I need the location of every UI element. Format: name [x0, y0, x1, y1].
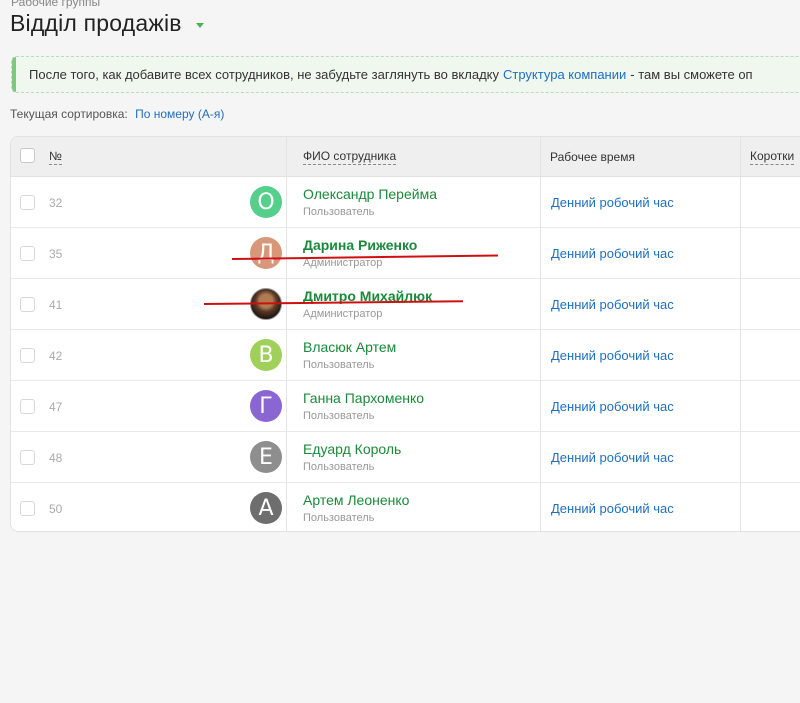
- table-row[interactable]: 32 О Олександр Перейма Пользователь Денний р…: [11, 177, 800, 228]
- sort-label: Текущая сортировка:: [10, 107, 128, 121]
- employee-role: Пользователь: [303, 410, 375, 422]
- row-number: 42: [49, 348, 63, 363]
- row-checkbox[interactable]: [20, 399, 35, 414]
- table-row[interactable]: 42 В Власюк Артем Пользователь Денний робочи…: [11, 330, 800, 381]
- company-structure-link[interactable]: Структура компании: [503, 67, 626, 82]
- working-hours-link[interactable]: Денний робочий час: [551, 177, 674, 228]
- notice-banner: После того, как добавите всех сотруднико…: [11, 56, 800, 93]
- notice-text-after: - там вы сможете оп: [630, 67, 753, 82]
- employees-table: № ФИО сотрудника Рабочее время Коротки 3…: [10, 136, 800, 532]
- employee-role: Пользователь: [303, 206, 375, 218]
- page-title: Відділ продажів: [10, 10, 182, 36]
- row-checkbox[interactable]: [20, 195, 35, 210]
- employee-name-link[interactable]: Власюк Артем: [303, 339, 396, 355]
- table-row[interactable]: 48 Е Едуард Король Пользователь Денний робоч…: [11, 432, 800, 483]
- notice-text: После того, как добавите всех сотруднико…: [29, 67, 499, 82]
- row-checkbox[interactable]: [20, 501, 35, 516]
- working-hours-link[interactable]: Денний робочий час: [551, 330, 674, 381]
- table-row[interactable]: 35 Д Дарина Риженко Администратор Денний роб…: [11, 228, 800, 279]
- table-header: № ФИО сотрудника Рабочее время Коротки: [11, 137, 800, 177]
- table-row[interactable]: 50 А Артем Леоненко Пользователь Денний робо…: [11, 483, 800, 531]
- row-checkbox[interactable]: [20, 348, 35, 363]
- employee-name-link[interactable]: Дарина Риженко: [303, 237, 417, 253]
- page: Рабочие группы Відділ продажів После тог…: [0, 0, 800, 703]
- header-number[interactable]: №: [49, 137, 62, 177]
- row-checkbox[interactable]: [20, 450, 35, 465]
- row-number: 41: [49, 297, 63, 312]
- row-number: 35: [49, 246, 63, 261]
- avatar[interactable]: В: [250, 339, 282, 371]
- table-row[interactable]: 47 Г Ганна Пархоменко Пользователь Денний ро…: [11, 381, 800, 432]
- working-hours-link[interactable]: Денний робочий час: [551, 228, 674, 279]
- avatar[interactable]: Г: [250, 390, 282, 422]
- working-hours-link[interactable]: Денний робочий час: [551, 279, 674, 330]
- table-row[interactable]: 41 Дмитро Михайлюк Администратор Денний роб…: [11, 279, 800, 330]
- working-hours-link[interactable]: Денний робочий час: [551, 432, 674, 483]
- row-number: 50: [49, 501, 63, 516]
- row-number: 48: [49, 450, 63, 465]
- working-hours-link[interactable]: Денний робочий час: [551, 483, 674, 531]
- row-checkbox[interactable]: [20, 297, 35, 312]
- working-hours-link[interactable]: Денний робочий час: [551, 381, 674, 432]
- employee-name-link[interactable]: Едуард Король: [303, 441, 401, 457]
- header-short[interactable]: Коротки: [750, 137, 795, 177]
- employee-role: Пользователь: [303, 461, 375, 473]
- sort-row: Текущая сортировка: По номеру (А-я): [10, 107, 224, 121]
- employee-name-link[interactable]: Олександр Перейма: [303, 186, 437, 202]
- avatar[interactable]: Д: [250, 237, 282, 269]
- row-number: 32: [49, 195, 63, 210]
- employee-name-link[interactable]: Ганна Пархоменко: [303, 390, 424, 406]
- breadcrumb[interactable]: Рабочие группы: [11, 0, 100, 9]
- avatar[interactable]: Е: [250, 441, 282, 473]
- avatar[interactable]: О: [250, 186, 282, 218]
- employee-name-link[interactable]: Артем Леоненко: [303, 492, 409, 508]
- title-row: Відділ продажів: [10, 10, 204, 37]
- row-number: 47: [49, 399, 63, 414]
- header-name[interactable]: ФИО сотрудника: [303, 137, 397, 177]
- row-checkbox[interactable]: [20, 246, 35, 261]
- select-all-checkbox[interactable]: [20, 148, 35, 163]
- avatar[interactable]: А: [250, 492, 282, 524]
- header-hours[interactable]: Рабочее время: [550, 137, 635, 177]
- employee-role: Администратор: [303, 308, 383, 320]
- employee-role: Пользователь: [303, 512, 375, 524]
- employee-role: Пользователь: [303, 359, 375, 371]
- chevron-down-icon[interactable]: [195, 23, 204, 28]
- sort-selector[interactable]: По номеру (А-я): [135, 107, 224, 121]
